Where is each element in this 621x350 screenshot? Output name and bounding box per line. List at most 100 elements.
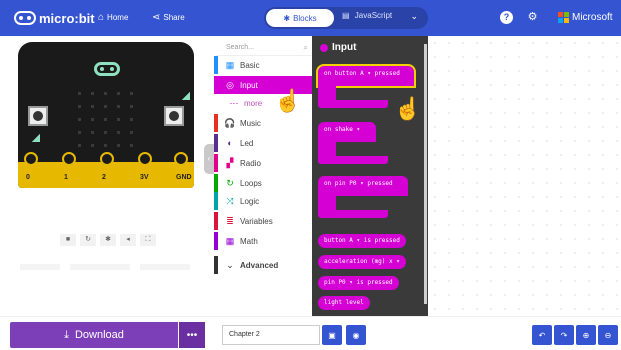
share-button[interactable]: ⋖ Share xyxy=(152,12,185,23)
pin-0[interactable] xyxy=(24,152,38,166)
led-cell xyxy=(117,131,120,134)
redo-button[interactable]: ↷ xyxy=(554,325,574,345)
block-light-level[interactable]: light level xyxy=(318,296,370,310)
pin-gnd[interactable] xyxy=(174,152,188,166)
stop-icon[interactable]: ■ xyxy=(60,234,76,246)
toolbox-category-led[interactable]: ◐ Led xyxy=(214,134,314,152)
calculator-icon: ▦ xyxy=(225,235,235,246)
search-icon[interactable]: ⌕ xyxy=(304,40,308,56)
block-acceleration[interactable]: acceleration (mg) x ▾ xyxy=(318,255,406,269)
toolbox: Search... ⌕ ▦ Basic ◎ Input ⋯ more 🎧 Music ◐ Led ▞… xyxy=(210,36,314,316)
download-button[interactable]: ⤓ Download xyxy=(10,322,178,348)
block-pin-is-pressed[interactable]: pin P0 ▾ is pressed xyxy=(318,276,399,290)
flyout-title: Input xyxy=(320,42,356,53)
microbit-board[interactable]: 0 1 2 3V GND xyxy=(18,42,194,188)
category-label: Logic xyxy=(240,196,260,206)
button-a[interactable] xyxy=(28,106,48,126)
microsoft-label: Microsoft xyxy=(572,12,613,23)
target-icon: ◎ xyxy=(226,79,234,90)
toolbox-category-logic[interactable]: ⤨ Logic xyxy=(214,192,314,210)
block-label: on pin P0 ▾ pressed xyxy=(324,180,393,187)
flyout-scrollbar[interactable] xyxy=(424,44,427,304)
zoom-in-icon: ⊕ xyxy=(582,330,590,340)
download-icon: ⤓ xyxy=(64,328,69,341)
block-on-button-pressed[interactable]: on button A ▾ pressed xyxy=(316,64,416,108)
toolbox-category-radio[interactable]: ▞ Radio xyxy=(214,154,314,172)
led-cell xyxy=(91,118,94,121)
headphones-icon: 🎧 xyxy=(224,117,236,128)
toolbox-category-music[interactable]: 🎧 Music xyxy=(214,114,314,132)
toolbox-category-loops[interactable]: ↻ Loops xyxy=(214,174,314,192)
toolbox-category-variables[interactable]: ≣ Variables xyxy=(214,212,314,230)
download-more-button[interactable]: ••• xyxy=(179,322,205,348)
block-body xyxy=(318,142,336,156)
block-button-is-pressed[interactable]: button A ▾ is pressed xyxy=(318,234,406,248)
slowmo-icon[interactable]: ✱ xyxy=(100,234,116,246)
project-name-input[interactable]: Chapter 2 xyxy=(222,325,320,345)
hint-bar xyxy=(140,264,190,270)
share-label: Share xyxy=(163,13,185,22)
toolbox-category-basic[interactable]: ▦ Basic xyxy=(214,56,314,74)
help-icon[interactable]: ? xyxy=(500,11,513,24)
search-placeholder: Search... xyxy=(226,44,255,51)
home-button[interactable]: ⌂ Home xyxy=(98,12,128,23)
zoom-out-button[interactable]: ⊖ xyxy=(598,325,618,345)
led-cell xyxy=(117,105,120,108)
led-cell xyxy=(104,105,107,108)
button-b[interactable] xyxy=(164,106,184,126)
led-cell xyxy=(117,118,120,121)
fullscreen-icon[interactable]: ⛶ xyxy=(140,234,156,246)
blocks-workspace[interactable] xyxy=(428,36,621,316)
block-on-pin-pressed[interactable]: on pin P0 ▾ pressed xyxy=(318,176,408,218)
undo-button[interactable]: ↶ xyxy=(532,325,552,345)
brand-name: micro:bit xyxy=(39,10,95,26)
led-cell xyxy=(78,131,81,134)
led-cell xyxy=(130,131,133,134)
tab-javascript-label: JavaScript xyxy=(354,11,393,20)
save-button[interactable]: ▣ xyxy=(322,325,342,345)
microsoft-logo[interactable]: Microsoft xyxy=(558,12,613,23)
microbit-logo[interactable]: micro:bit xyxy=(14,10,95,26)
pin-2[interactable] xyxy=(100,152,114,166)
block-label: button A ▾ is pressed xyxy=(324,237,400,244)
category-label: Variables xyxy=(240,216,273,226)
toolbox-category-advanced[interactable]: ⌄ Advanced xyxy=(214,256,314,274)
block-foot xyxy=(318,156,388,164)
zoom-out-icon: ⊖ xyxy=(604,330,612,340)
editor-toggle: ✱ Blocks ▤ JavaScript ⌄ xyxy=(264,7,428,29)
pin-label: 2 xyxy=(102,174,106,181)
led-cell xyxy=(78,92,81,95)
led-cell xyxy=(117,144,120,147)
zoom-in-button[interactable]: ⊕ xyxy=(576,325,596,345)
github-icon: ◉ xyxy=(352,330,360,340)
sound-icon[interactable]: ◂ xyxy=(120,234,136,246)
led-cell xyxy=(78,144,81,147)
category-label: Music xyxy=(240,118,261,128)
led-cell xyxy=(78,118,81,121)
search-input[interactable]: Search... ⌕ xyxy=(216,40,314,56)
category-color-bar xyxy=(214,154,218,172)
input-flyout: Input on button A ▾ pressed on shake ▾ o… xyxy=(312,36,428,316)
pin-label: 3V xyxy=(140,174,149,181)
category-label: Loops xyxy=(240,178,262,188)
chevron-down-icon[interactable]: ⌄ xyxy=(410,11,418,22)
block-on-shake[interactable]: on shake ▾ xyxy=(318,122,388,164)
project-name: Chapter 2 xyxy=(229,331,260,338)
block-label: light level xyxy=(324,299,364,306)
pin-3v[interactable] xyxy=(138,152,152,166)
shuffle-icon: ⤨ xyxy=(226,195,234,206)
restart-icon[interactable]: ↻ xyxy=(80,234,96,246)
github-button[interactable]: ◉ xyxy=(346,325,366,345)
led-cell xyxy=(104,118,107,121)
toolbox-category-math[interactable]: ▦ Math xyxy=(214,232,314,250)
tab-blocks[interactable]: ✱ Blocks xyxy=(266,9,334,27)
collapse-simulator-button[interactable]: ‹ xyxy=(204,144,214,174)
pin-1[interactable] xyxy=(62,152,76,166)
block-body xyxy=(318,196,336,210)
tab-javascript[interactable]: ▤ JavaScript xyxy=(342,11,392,20)
hint-bar xyxy=(70,264,130,270)
gear-icon[interactable]: ⚙ xyxy=(526,11,539,24)
block-label: on button A ▾ pressed xyxy=(324,70,400,77)
microbit-logo-icon xyxy=(14,11,36,25)
led-cell xyxy=(91,105,94,108)
